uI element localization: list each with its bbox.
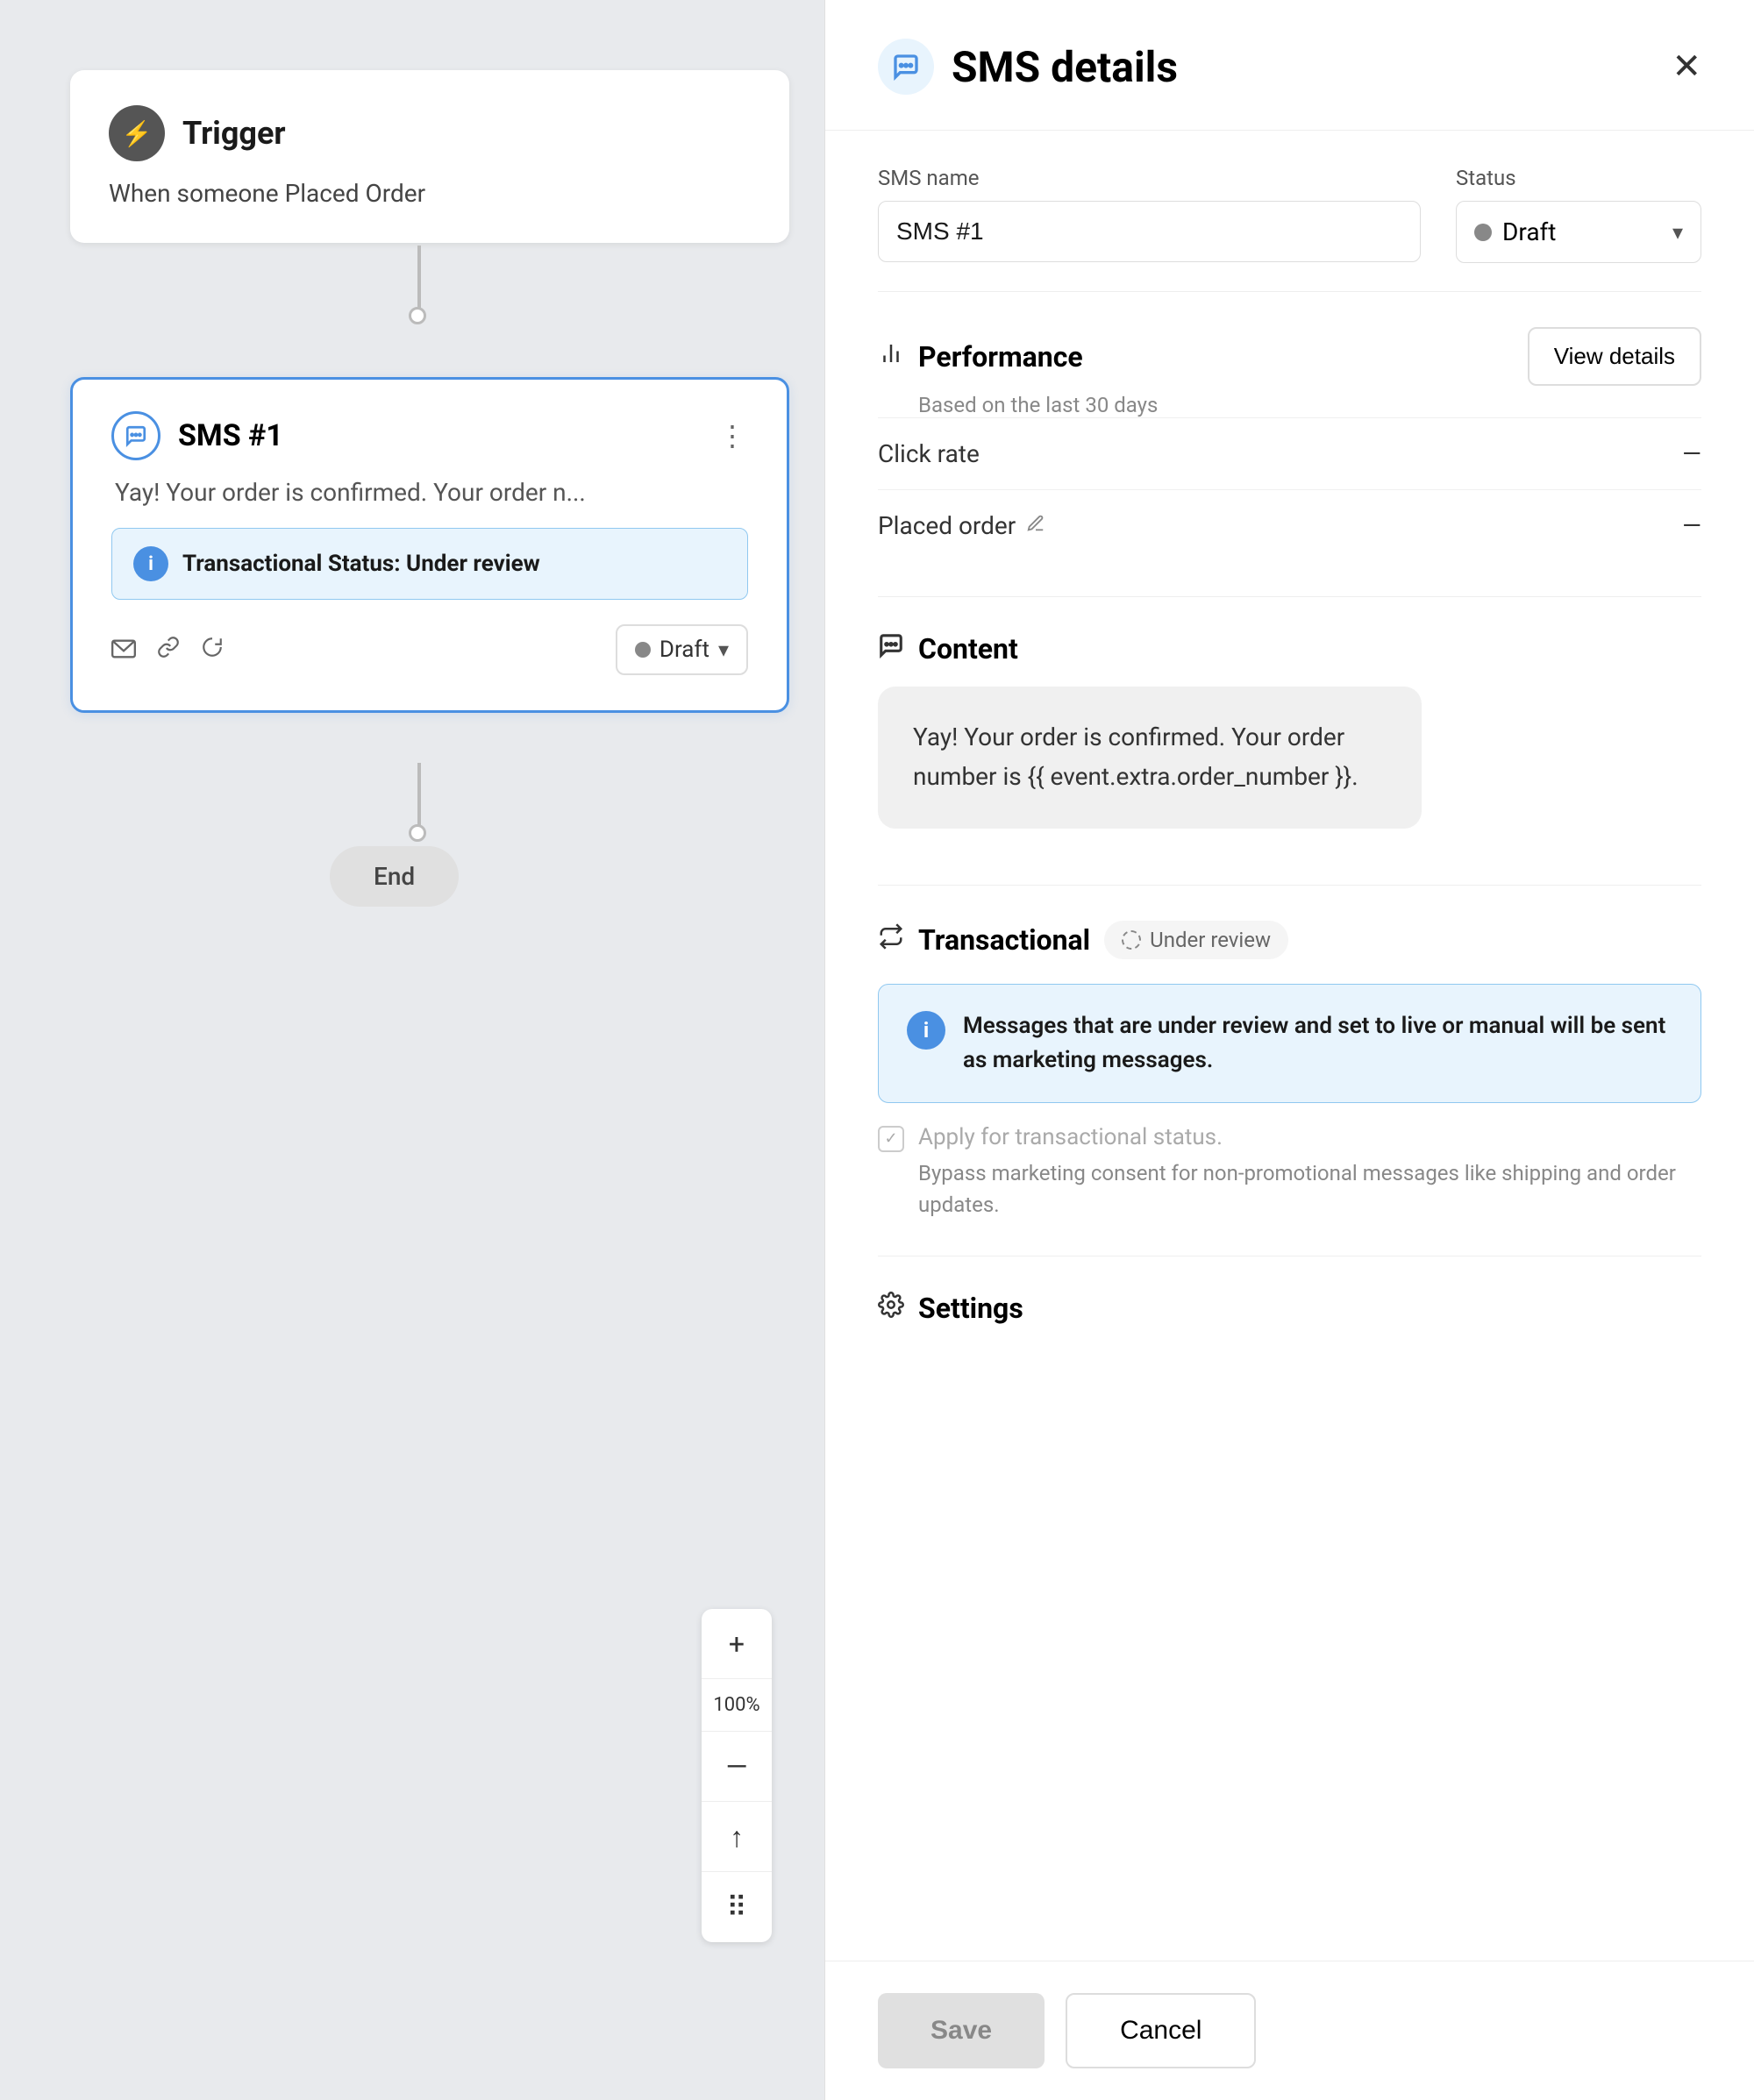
- trigger-icon: ⚡: [109, 105, 165, 161]
- sms-name-label: SMS name: [878, 166, 1421, 190]
- apply-transactional-row: ✓ Apply for transactional status. Bypass…: [878, 1124, 1701, 1221]
- sms-node-menu-button[interactable]: ⋮: [718, 419, 748, 452]
- status-group: Status Draft ▾: [1456, 166, 1701, 263]
- apply-main-label: Apply for transactional status.: [918, 1124, 1701, 1150]
- review-spinner-icon: [1122, 930, 1141, 950]
- email-icon: [111, 636, 136, 665]
- draft-status-button[interactable]: Draft ▾: [616, 624, 748, 675]
- click-rate-value: —: [1682, 439, 1701, 468]
- sms-name-input[interactable]: [878, 201, 1421, 262]
- transactional-icon: [878, 923, 904, 957]
- under-review-label: Under review: [1150, 928, 1271, 952]
- trigger-subtitle: When someone Placed Order: [109, 179, 751, 208]
- connector-line: [417, 246, 421, 316]
- trigger-title: Trigger: [182, 115, 286, 152]
- draft-chevron-icon: ▾: [718, 637, 729, 662]
- status-select[interactable]: Draft ▾: [1456, 201, 1701, 263]
- sms-node-icon: [111, 411, 160, 460]
- grid-button[interactable]: ⠿: [702, 1872, 772, 1942]
- zoom-level: 100%: [702, 1679, 772, 1732]
- fit-view-button[interactable]: ↑: [702, 1802, 772, 1872]
- placed-order-row: Placed order —: [878, 489, 1701, 561]
- link-icon: [157, 636, 180, 665]
- info-icon: i: [907, 1011, 945, 1050]
- sms-preview-text: Yay! Your order is confirmed. Your order…: [111, 478, 748, 507]
- connector-dot: [409, 307, 426, 324]
- settings-icon: [878, 1292, 904, 1325]
- zoom-out-button[interactable]: —: [702, 1732, 772, 1802]
- click-rate-label: Click rate: [878, 439, 980, 468]
- panel-title-icon: [878, 39, 934, 95]
- trigger-node[interactable]: ⚡ Trigger When someone Placed Order: [70, 70, 789, 243]
- status-chevron-icon: ▾: [1672, 220, 1683, 245]
- apply-checkbox: ✓: [878, 1126, 904, 1152]
- content-section: Content Yay! Your order is confirmed. Yo…: [878, 597, 1701, 886]
- panel-header: SMS details ✕: [825, 0, 1754, 131]
- panel-body: SMS name Status Draft ▾: [825, 131, 1754, 1961]
- badge-info-icon: i: [133, 546, 168, 581]
- placed-order-label: Placed order: [878, 511, 1045, 540]
- form-row: SMS name Status Draft ▾: [878, 131, 1701, 292]
- under-review-badge: Under review: [1104, 921, 1288, 959]
- footer-icons: [111, 636, 224, 665]
- info-text: Messages that are under review and set t…: [963, 1009, 1672, 1078]
- performance-icon: [878, 340, 904, 374]
- sms-details-panel: SMS details ✕ SMS name Status Draft ▾: [824, 0, 1754, 2100]
- connector-dot-2: [409, 824, 426, 842]
- settings-section: Settings: [878, 1256, 1701, 1342]
- zoom-controls: + 100% — ↑ ⠿: [702, 1609, 772, 1942]
- close-button[interactable]: ✕: [1672, 49, 1701, 84]
- transactional-info-banner: i Messages that are under review and set…: [878, 984, 1701, 1103]
- badge-text: Transactional Status: Under review: [182, 551, 540, 577]
- sms-node[interactable]: SMS #1 ⋮ Yay! Your order is confirmed. Y…: [70, 377, 789, 713]
- performance-section: Performance View details Based on the la…: [878, 292, 1701, 597]
- schedule-icon: [201, 636, 224, 665]
- end-node: End: [330, 846, 459, 907]
- placed-order-value: —: [1682, 511, 1701, 540]
- status-dot-icon: [1474, 224, 1492, 241]
- placed-order-edit-icon[interactable]: [1026, 514, 1045, 538]
- view-details-button[interactable]: View details: [1528, 327, 1701, 386]
- draft-dot: [635, 642, 651, 658]
- status-value: Draft: [1502, 217, 1556, 246]
- transactional-status-badge: i Transactional Status: Under review: [111, 528, 748, 600]
- sms-name-group: SMS name: [878, 166, 1421, 263]
- performance-title: Performance: [918, 340, 1083, 374]
- panel-footer: Save Cancel: [825, 1961, 1754, 2100]
- message-bubble: Yay! Your order is confirmed. Your order…: [878, 687, 1422, 829]
- panel-title: SMS details: [952, 42, 1178, 92]
- settings-title: Settings: [918, 1292, 1023, 1325]
- content-icon: [878, 632, 904, 666]
- performance-subtitle: Based on the last 30 days: [918, 393, 1701, 417]
- cancel-button[interactable]: Cancel: [1066, 1993, 1256, 2068]
- draft-label: Draft: [660, 637, 709, 663]
- apply-sub-label: Bypass marketing consent for non-promoti…: [918, 1157, 1701, 1221]
- zoom-in-button[interactable]: +: [702, 1609, 772, 1679]
- status-label: Status: [1456, 166, 1701, 190]
- save-button: Save: [878, 1993, 1045, 2068]
- connector-line-2: [417, 763, 421, 833]
- workflow-canvas: ⚡ Trigger When someone Placed Order SMS …: [0, 0, 824, 2100]
- transactional-section: Transactional Under review i Messages th…: [878, 886, 1701, 1256]
- transactional-title: Transactional: [918, 923, 1090, 957]
- sms-node-name: SMS #1: [178, 418, 283, 453]
- click-rate-row: Click rate —: [878, 417, 1701, 489]
- content-title: Content: [918, 632, 1018, 666]
